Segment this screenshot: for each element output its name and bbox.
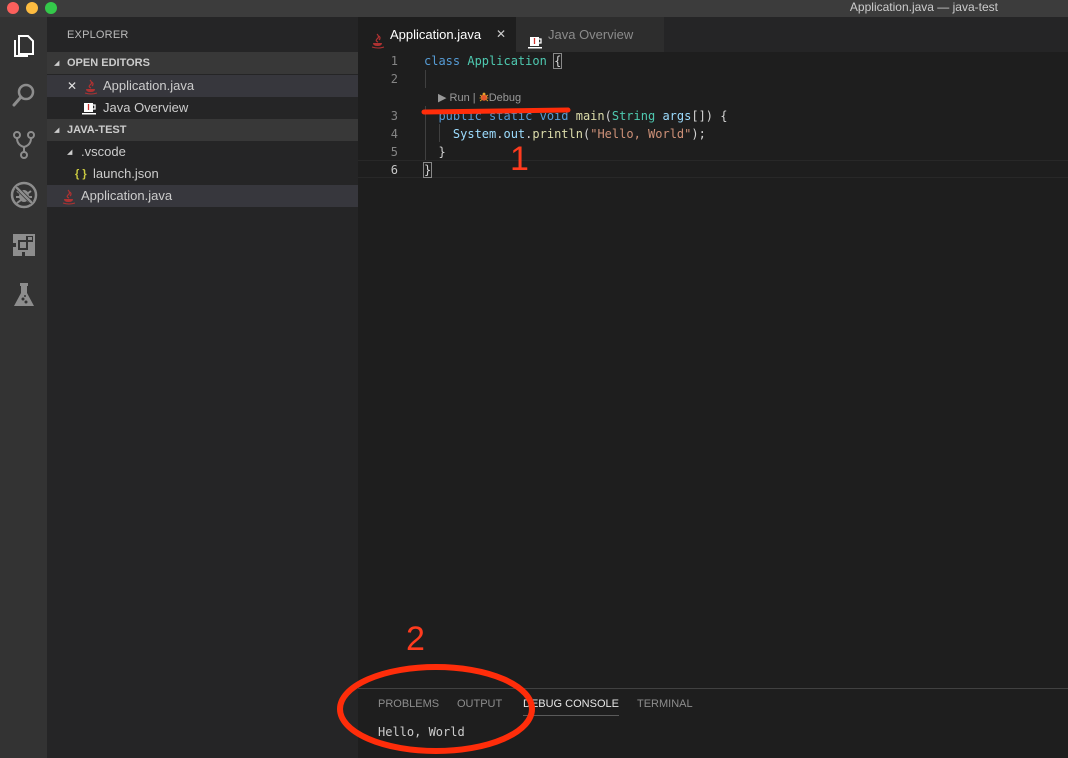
open-editor-label: Application.java <box>103 78 195 93</box>
line-code: class Application { <box>424 52 563 70</box>
window-maximize-button[interactable] <box>45 2 57 14</box>
open-editor-label: Java Overview <box>103 100 189 115</box>
code-token: main <box>575 109 605 123</box>
title-bar: Application.java — java-test <box>0 0 1068 17</box>
chevron-down-icon: ◢ <box>54 127 60 134</box>
close-tab-button[interactable]: ✕ <box>496 17 506 52</box>
code-line: 3 public static void main(String args[])… <box>358 107 1068 125</box>
code-token: Application <box>467 54 555 68</box>
activity-bar <box>0 17 47 758</box>
files-icon <box>13 35 34 57</box>
line-number: 3 <box>390 109 398 123</box>
java-icon <box>62 189 76 212</box>
panel-tab-debug-console[interactable]: DEBUG CONSOLE <box>523 698 619 716</box>
json-icon: { } <box>75 168 87 180</box>
codelens: ▶ Run | Debug <box>438 91 521 104</box>
tree-item-label: .vscode <box>81 144 126 159</box>
debug-icon <box>10 181 37 209</box>
window-minimize-button[interactable] <box>26 2 38 14</box>
annotation-marker-1: 1 <box>510 140 529 178</box>
code-token: println <box>532 127 583 141</box>
line-number: 4 <box>390 127 398 141</box>
line-code: } <box>422 161 433 179</box>
tab-label: Application.java <box>390 27 482 42</box>
extensions-icon <box>12 234 35 256</box>
panel-tab-terminal[interactable]: TERMINAL <box>637 698 693 715</box>
debug-codelens-label: Debug <box>488 92 522 104</box>
line-number: 5 <box>390 145 398 159</box>
code-token: class <box>424 54 468 68</box>
open-editors-section-header[interactable]: ◢ OPEN EDITORS <box>47 52 358 74</box>
current-code-line: 6} <box>358 160 1068 178</box>
code-line: 4 System.out.println("Hello, World"); <box>358 125 1068 143</box>
tree-item-application-java[interactable]: Application.java <box>47 185 358 207</box>
code-token: { <box>553 53 563 69</box>
code-token: args <box>662 109 692 123</box>
sidebar-title: EXPLORER <box>67 29 129 41</box>
activity-debug[interactable] <box>0 170 47 220</box>
tab-application-java[interactable]: Application.java ✕ <box>358 17 516 52</box>
code-token: } <box>422 162 433 178</box>
search-icon <box>12 83 34 107</box>
window-title: Application.java — java-test <box>849 0 998 14</box>
chevron-down-icon: ◢ <box>67 149 73 156</box>
workspace-section-header[interactable]: ◢ JAVA-TEST <box>47 119 358 141</box>
line-number: 1 <box>390 54 398 68</box>
tab-label: Java Overview <box>548 27 634 42</box>
window-close-button[interactable] <box>7 2 19 14</box>
tree-item-vscode-folder[interactable]: ◢ .vscode <box>47 141 358 163</box>
tree-item-launch-json[interactable]: { } launch.json <box>47 163 358 185</box>
code-token: } <box>424 145 446 159</box>
code-token: String <box>611 109 663 123</box>
code-line: 1 class Application { <box>358 52 1068 70</box>
tree-item-label: launch.json <box>93 166 159 181</box>
explorer-sidebar: EXPLORER ◢ OPEN EDITORS ✕ Application.jav… <box>47 17 358 758</box>
editor-tab-bar: Application.java ✕ Java Overview <box>358 17 1068 52</box>
workspace-label: JAVA-TEST <box>67 124 127 136</box>
source-control-icon <box>12 131 35 159</box>
line-number: 2 <box>390 72 398 86</box>
annotation-marker-2: 2 <box>406 620 425 658</box>
line-number: 6 <box>390 163 398 177</box>
tree-item-label: Application.java <box>81 188 173 203</box>
bottom-panel: PROBLEMS OUTPUT DEBUG CONSOLE TERMINAL H… <box>358 688 1068 758</box>
line-code: } <box>424 143 446 161</box>
debug-console-output: Hello, World <box>378 725 465 739</box>
tab-java-overview[interactable]: Java Overview <box>516 17 664 52</box>
debug-codelens-link[interactable]: Debug <box>479 92 521 104</box>
code-token: public static void <box>424 109 576 123</box>
code-line: 5 } <box>358 143 1068 161</box>
activity-test[interactable] <box>0 270 47 320</box>
code-editor[interactable]: 1 class Application { 2 ▶ Run | Debug 3 p… <box>358 52 1068 688</box>
code-token: System <box>424 127 497 141</box>
code-token: ); <box>691 127 706 141</box>
panel-tab-problems[interactable]: PROBLEMS <box>378 698 439 715</box>
code-token: ( <box>604 109 612 123</box>
codelens-separator: | <box>469 92 479 104</box>
open-editors-label: OPEN EDITORS <box>67 57 150 69</box>
open-editor-application-java[interactable]: ✕ Application.java <box>47 75 358 97</box>
bug-icon <box>479 92 489 102</box>
activity-source-control[interactable] <box>0 120 47 170</box>
code-token: "Hello, World" <box>590 127 692 141</box>
line-code: public static void main(String args[]) { <box>424 107 727 125</box>
activity-extensions[interactable] <box>0 220 47 270</box>
activity-search[interactable] <box>0 70 47 120</box>
chevron-down-icon: ◢ <box>54 60 60 67</box>
close-editor-button[interactable]: ✕ <box>67 75 77 97</box>
run-codelens-link[interactable]: ▶ Run <box>438 92 470 104</box>
code-token: []) { <box>691 109 728 123</box>
open-editor-java-overview[interactable]: Java Overview <box>47 97 358 119</box>
panel-tab-output[interactable]: OUTPUT <box>457 698 502 715</box>
code-token: out <box>503 127 526 141</box>
flask-icon <box>13 283 34 306</box>
activity-explorer[interactable] <box>0 20 47 70</box>
code-line: 2 <box>358 70 1068 88</box>
line-code: System.out.println("Hello, World"); <box>424 125 706 143</box>
